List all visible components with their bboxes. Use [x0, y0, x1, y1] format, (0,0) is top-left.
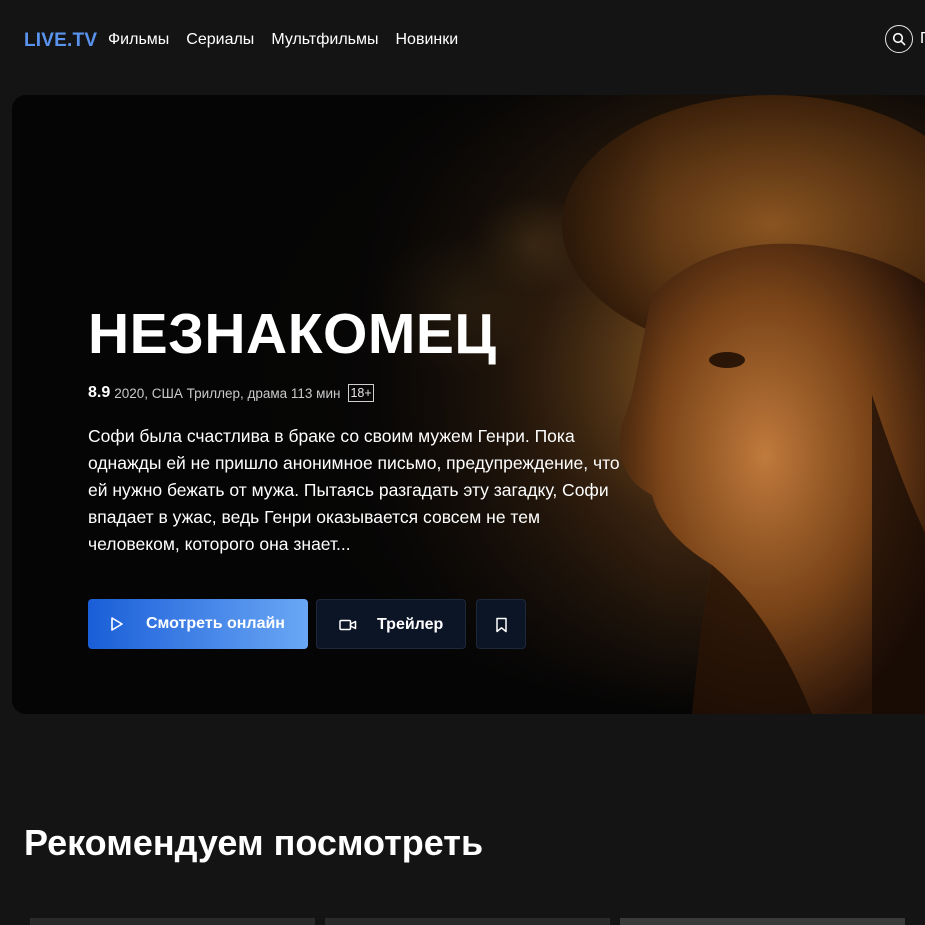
recommend-card[interactable] — [325, 918, 610, 925]
recommend-card[interactable] — [30, 918, 315, 925]
nav-item-series[interactable]: Сериалы — [186, 31, 254, 49]
search-button[interactable] — [885, 25, 913, 53]
bookmark-button[interactable] — [476, 599, 526, 649]
trailer-label: Трейлер — [377, 616, 444, 633]
watch-online-label: Смотреть онлайн — [146, 615, 285, 632]
recommend-card[interactable] — [620, 918, 905, 925]
nav-item-new[interactable]: Новинки — [396, 31, 459, 49]
movie-rating: 8.9 — [88, 384, 111, 401]
trailer-button[interactable]: Трейлер — [316, 599, 466, 649]
nav-item-films[interactable]: Фильмы — [108, 31, 169, 49]
movie-title: НЕЗНАКОМЕЦ — [88, 302, 497, 366]
bookmark-icon — [496, 617, 507, 633]
nav-item-cartoons[interactable]: Мультфильмы — [271, 31, 378, 49]
age-rating-badge: 18+ — [348, 384, 374, 402]
movie-meta-details: 2020, США Триллер, драма 113 мин — [114, 385, 341, 401]
site-header: LIVE.TV Фильмы Сериалы Мультфильмы Новин… — [0, 0, 925, 80]
video-camera-icon — [339, 619, 357, 631]
site-logo[interactable]: LIVE.TV — [24, 30, 97, 52]
recommend-section-title: Рекомендуем посмотреть — [24, 822, 484, 863]
search-icon — [892, 32, 906, 46]
main-nav: Фильмы Сериалы Мультфильмы Новинки — [108, 31, 475, 49]
watch-online-button[interactable]: Смотреть онлайн — [88, 599, 308, 649]
movie-description: Софи была счастлива в браке со своим муж… — [88, 426, 620, 554]
play-icon — [111, 617, 123, 631]
movie-meta: 8.9 2020, США Триллер, драма 113 мин 18+ — [88, 384, 374, 402]
header-cut-label[interactable]: П — [920, 30, 925, 48]
